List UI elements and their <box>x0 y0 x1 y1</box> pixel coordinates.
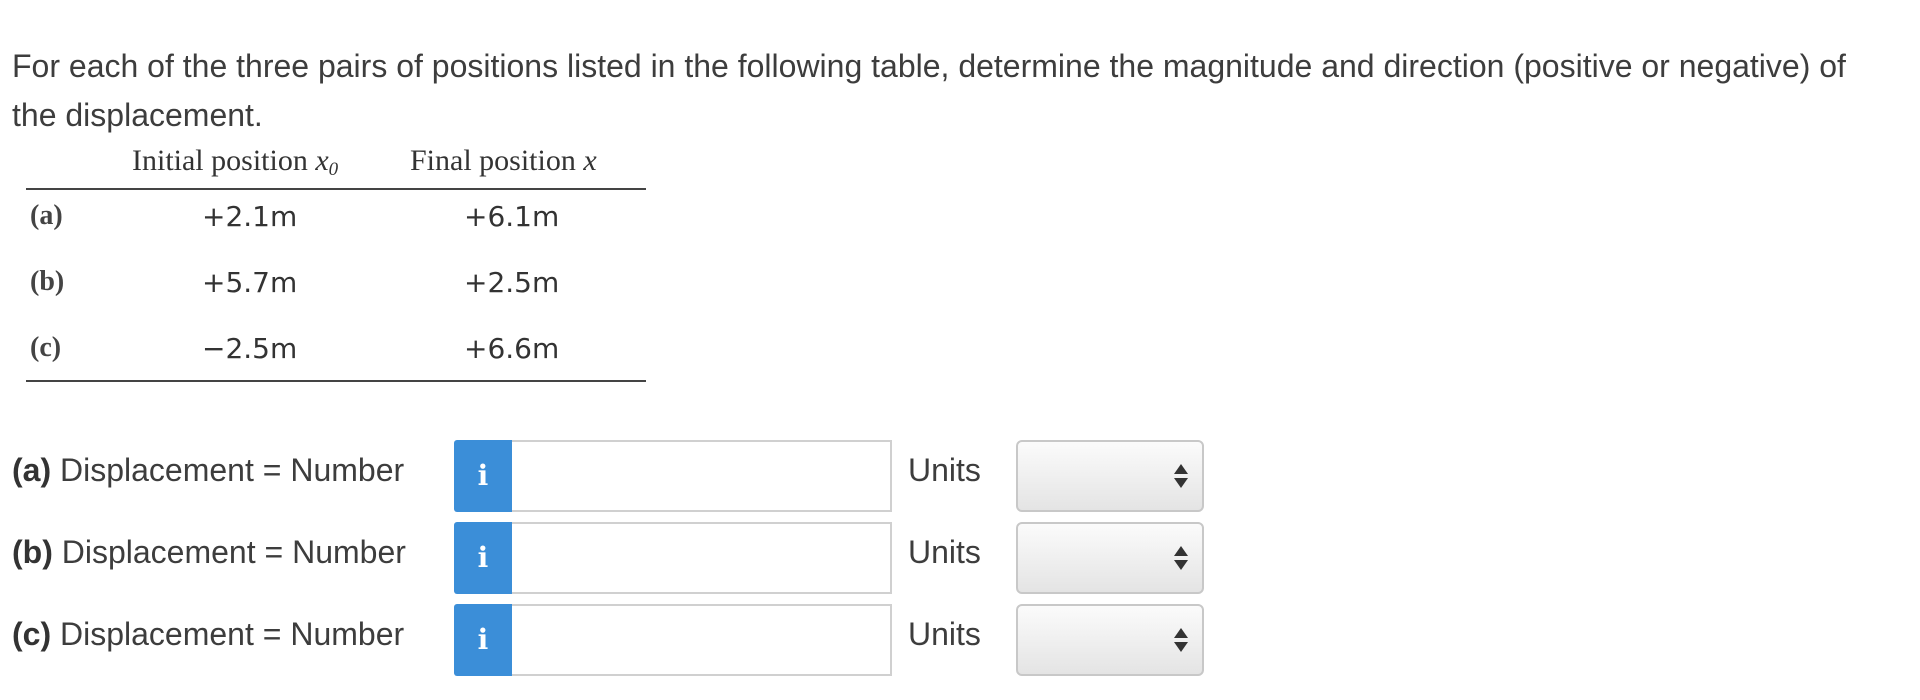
displacement-input-c[interactable] <box>512 604 892 676</box>
answer-row-b: (b) Displacement = Number i Units <box>12 522 1212 594</box>
header-initial-sub: 0 <box>328 159 339 180</box>
answer-label-a: (a) Displacement = Number <box>12 452 404 489</box>
header-initial-var: x <box>315 144 329 177</box>
final-position-value: +6.6m <box>464 332 560 365</box>
units-select-c[interactable] <box>1016 604 1204 676</box>
answer-label-b: (b) Displacement = Number <box>12 534 406 571</box>
select-arrows-icon <box>1174 628 1188 656</box>
header-initial-position: Initial position x0 <box>132 144 338 181</box>
info-icon[interactable]: i <box>454 440 512 512</box>
units-select-b[interactable] <box>1016 522 1204 594</box>
initial-position-value: −2.5m <box>202 332 298 365</box>
answer-label-text: Displacement = Number <box>52 534 406 570</box>
header-final-var: x <box>583 144 597 177</box>
part-label: (c) <box>12 616 52 652</box>
table-bottom-rule <box>26 380 646 382</box>
units-label: Units <box>908 534 981 570</box>
table-row: (a) +2.1m +6.1m <box>26 200 646 240</box>
positions-table: Initial position x0 Final position x (a)… <box>26 134 646 392</box>
initial-position-value: +5.7m <box>202 266 298 299</box>
info-icon[interactable]: i <box>454 522 512 594</box>
table-top-rule <box>26 188 646 190</box>
answer-row-c: (c) Displacement = Number i Units <box>12 604 1212 676</box>
row-label: (a) <box>30 200 63 231</box>
answer-label-text: Displacement = Number <box>51 616 405 652</box>
initial-position-value: +2.1m <box>202 200 298 233</box>
header-final-position: Final position x <box>410 144 597 178</box>
table-row: (b) +5.7m +2.5m <box>26 266 646 306</box>
units-select-a[interactable] <box>1016 440 1204 512</box>
answer-label-c: (c) Displacement = Number <box>12 616 404 653</box>
answer-label-text: Displacement = Number <box>51 452 405 488</box>
row-label: (b) <box>30 266 65 297</box>
header-initial-label: Initial position <box>132 144 316 177</box>
units-label: Units <box>908 616 981 652</box>
displacement-input-a[interactable] <box>512 440 892 512</box>
part-label: (b) <box>12 534 53 570</box>
row-label: (c) <box>30 332 62 363</box>
part-label: (a) <box>12 452 52 488</box>
final-position-value: +2.5m <box>464 266 560 299</box>
question-text: For each of the three pairs of positions… <box>12 48 1846 133</box>
select-arrows-icon <box>1174 546 1188 574</box>
select-arrows-icon <box>1174 464 1188 492</box>
table-row: (c) −2.5m +6.6m <box>26 332 646 372</box>
header-final-label: Final position <box>410 144 584 177</box>
units-label: Units <box>908 452 981 488</box>
displacement-input-b[interactable] <box>512 522 892 594</box>
info-icon[interactable]: i <box>454 604 512 676</box>
final-position-value: +6.1m <box>464 200 560 233</box>
answer-row-a: (a) Displacement = Number i Units <box>12 440 1212 512</box>
